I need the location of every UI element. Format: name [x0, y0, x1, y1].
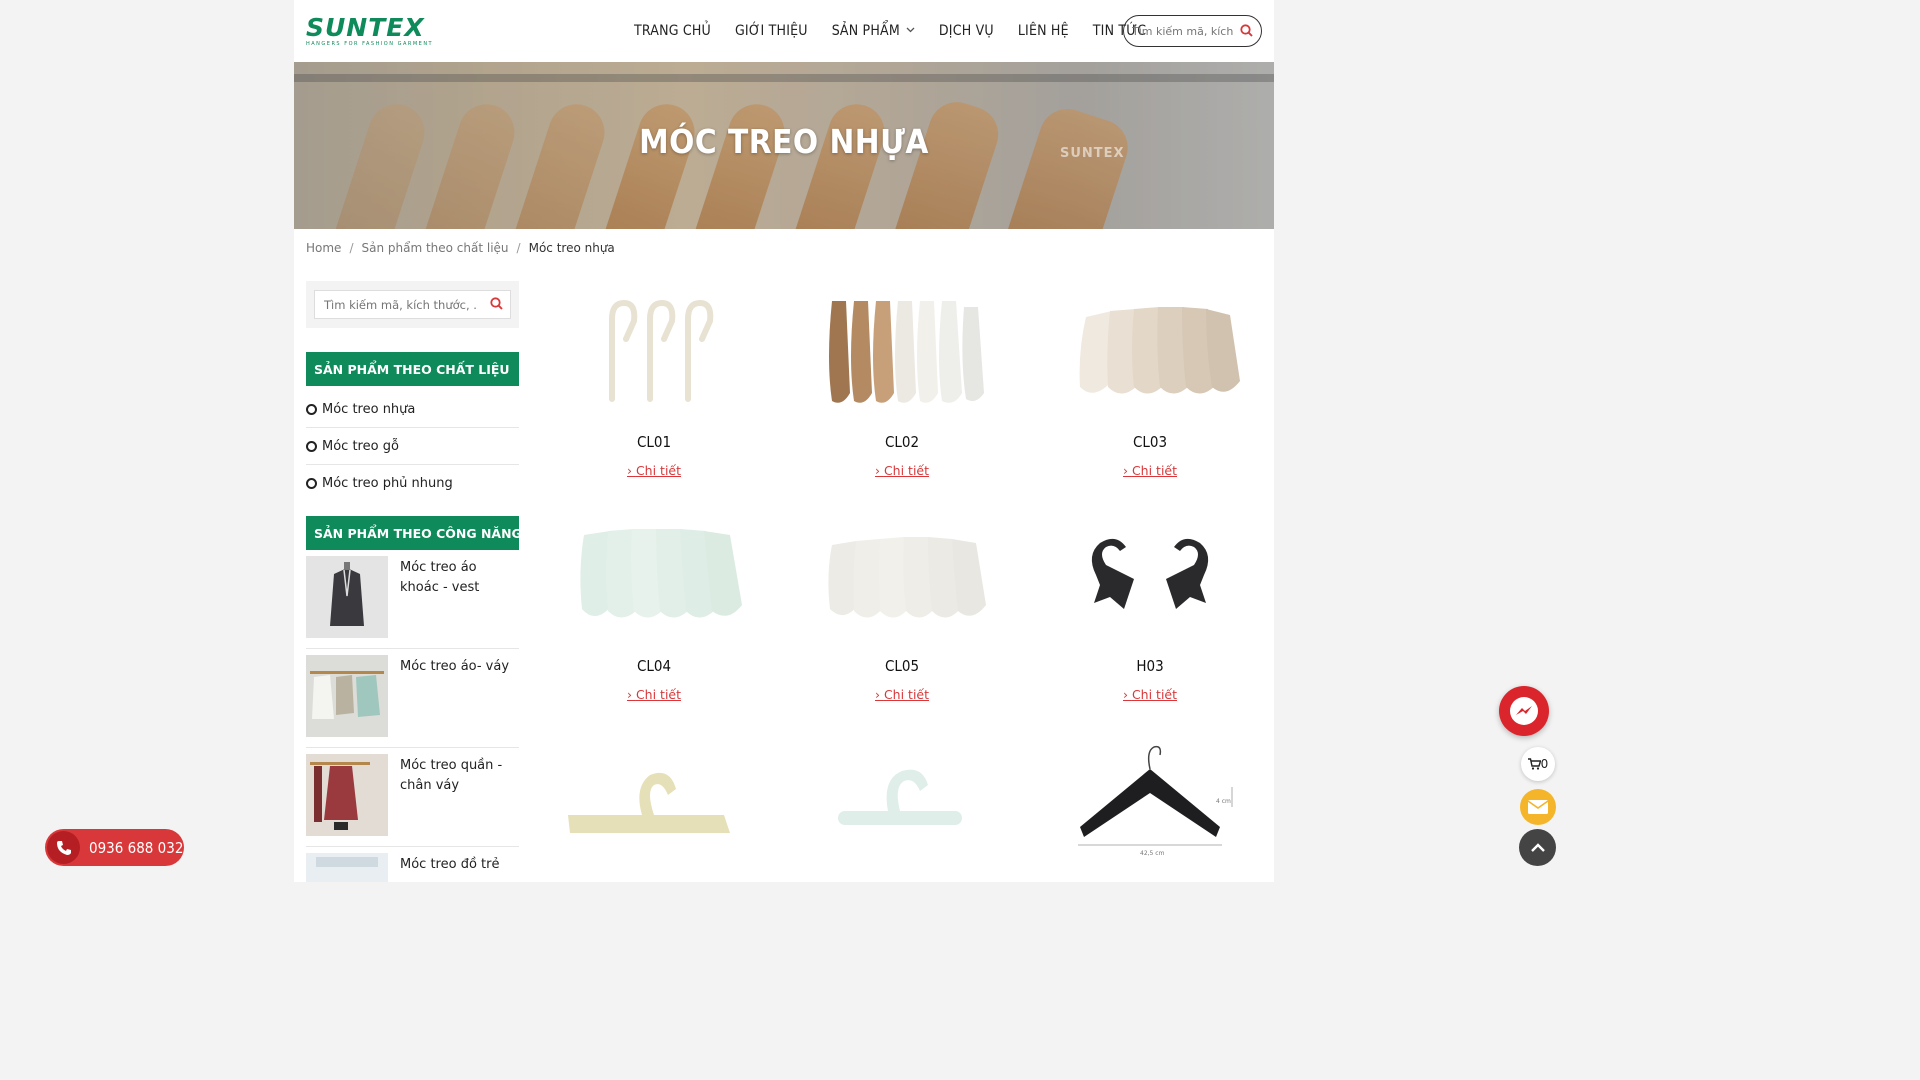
header-search-input[interactable] — [1132, 24, 1236, 38]
circle-icon — [306, 440, 317, 452]
product-code: CL03 — [1132, 433, 1168, 451]
product-image[interactable] — [1050, 281, 1250, 421]
nav-item-about[interactable]: GIỚI THIỆU — [735, 23, 808, 39]
product-code: H03 — [1136, 657, 1164, 675]
product-image[interactable] — [554, 729, 754, 869]
product-code: CL04 — [636, 657, 672, 675]
product-detail-label: Chi tiết — [635, 687, 682, 702]
function-item[interactable]: Móc treo đồ trẻ — [306, 847, 519, 882]
search-icon[interactable] — [490, 295, 503, 314]
email-button[interactable] — [1520, 789, 1556, 825]
cart-icon — [1527, 758, 1541, 770]
product-image[interactable] — [554, 281, 754, 421]
messenger-button[interactable] — [1499, 686, 1549, 736]
product-image[interactable] — [802, 281, 1002, 421]
function-label: Móc treo áo khoác - vest — [400, 560, 480, 595]
material-item[interactable]: Móc treo phủ nhung — [306, 465, 519, 502]
product-detail-link[interactable]: › Chi tiết — [1036, 687, 1264, 702]
sidebar-search — [306, 281, 519, 328]
product-image[interactable] — [802, 505, 1002, 645]
function-list: Móc treo áo khoác - vest Móc treo áo- vá… — [306, 550, 519, 882]
product-detail-label: Chi tiết — [883, 687, 930, 702]
sidebar-search-box — [314, 290, 511, 319]
product-detail-link[interactable]: › Chi tiết — [1036, 463, 1264, 478]
product-detail-label: Chi tiết — [1131, 687, 1178, 702]
function-label: Móc treo đồ trẻ — [400, 857, 500, 872]
page-title: MÓC TREO NHỰA — [639, 122, 929, 161]
logo-tagline: HANGERS FOR FASHION GARMENT — [306, 41, 434, 47]
mail-icon — [1527, 800, 1549, 814]
breadcrumb-parent[interactable]: Sản phẩm theo chất liệu — [361, 241, 508, 255]
dimension-label: 4 cm — [1216, 798, 1231, 805]
circle-icon — [306, 403, 317, 415]
function-item[interactable]: Móc treo áo- váy — [306, 649, 519, 748]
search-icon[interactable] — [1240, 22, 1253, 41]
breadcrumb-separator: / — [349, 241, 354, 255]
material-list: Móc treo nhựa Móc treo gỗ Móc treo phủ n… — [306, 391, 519, 502]
product-image[interactable] — [802, 729, 1002, 869]
phone-number: 0936 688 032 — [89, 838, 184, 857]
product-code: CL05 — [884, 657, 920, 675]
product-detail-link[interactable]: › Chi tiết — [788, 463, 1016, 478]
material-label: Móc treo phủ nhung — [322, 476, 453, 491]
page-container: SUNTEX HANGERS FOR FASHION GARMENT TRANG… — [294, 0, 1274, 882]
function-heading: SẢN PHẨM THEO CÔNG NĂNG — [306, 516, 522, 550]
cart-button[interactable]: 0 — [1521, 747, 1555, 781]
product-detail-link[interactable]: › Chi tiết — [540, 463, 768, 478]
material-item[interactable]: Móc treo nhựa — [306, 391, 519, 428]
function-thumbnail[interactable] — [306, 754, 388, 836]
product-detail-link[interactable]: › Chi tiết — [788, 687, 1016, 702]
product-detail-link[interactable]: › Chi tiết — [540, 687, 768, 702]
logo-text: SUNTEX — [306, 13, 425, 42]
material-label: Móc treo nhựa — [322, 401, 416, 417]
site-header: SUNTEX HANGERS FOR FASHION GARMENT TRANG… — [294, 0, 1274, 62]
product-code: CL02 — [884, 433, 920, 451]
nav-item-contact[interactable]: LIÊN HỆ — [1018, 23, 1069, 39]
product-detail-label: Chi tiết — [635, 463, 682, 478]
main-nav: TRANG CHỦ GIỚI THIỆU SẢN PHẨM DỊCH VỤ LI… — [634, 0, 1170, 62]
dimension-label: 42,5 cm — [1140, 850, 1165, 857]
function-thumbnail[interactable] — [306, 853, 388, 882]
product-image[interactable] — [1050, 505, 1250, 645]
breadcrumb-current: Móc treo nhựa — [528, 241, 615, 255]
product-detail-label: Chi tiết — [883, 463, 930, 478]
product-image[interactable] — [554, 505, 754, 645]
function-item[interactable]: Móc treo quần - chân váy — [306, 748, 519, 847]
nav-item-services[interactable]: DỊCH VỤ — [939, 23, 994, 39]
chevron-up-icon — [1530, 842, 1545, 852]
category-banner: SUNTEX MÓC TREO NHỰA — [294, 62, 1274, 229]
sidebar: SẢN PHẨM THEO CHẤT LIỆU Móc treo nhựa Mó… — [306, 281, 522, 882]
function-label: Móc treo quần - chân váy — [400, 758, 503, 793]
breadcrumb-home[interactable]: Home — [306, 241, 341, 255]
chevron-down-icon — [906, 26, 915, 36]
breadcrumb: Home / Sản phẩm theo chất liệu / Móc tre… — [306, 241, 615, 255]
sidebar-search-input[interactable] — [324, 297, 476, 312]
logo[interactable]: SUNTEX HANGERS FOR FASHION GARMENT — [306, 13, 446, 47]
breadcrumb-separator: / — [516, 241, 521, 255]
function-thumbnail[interactable] — [306, 655, 388, 737]
function-label: Móc treo áo- váy — [400, 659, 510, 674]
nav-item-products-label: SẢN PHẨM — [831, 23, 900, 39]
phone-call-button[interactable]: 0936 688 032 — [45, 829, 184, 866]
product-detail-label: Chi tiết — [1131, 463, 1178, 478]
function-item[interactable]: Móc treo áo khoác - vest — [306, 550, 519, 649]
nav-item-products[interactable]: SẢN PHẨM — [832, 23, 915, 39]
circle-icon — [306, 478, 317, 489]
header-search — [1123, 15, 1262, 47]
material-item[interactable]: Móc treo gỗ — [306, 428, 519, 465]
nav-item-home[interactable]: TRANG CHỦ — [634, 23, 711, 39]
material-label: Móc treo gỗ — [322, 438, 399, 454]
product-image[interactable]: 4 cm 42,5 cm — [1050, 729, 1250, 869]
product-code: CL01 — [636, 433, 672, 451]
messenger-icon — [1510, 697, 1538, 725]
material-heading: SẢN PHẨM THEO CHẤT LIỆU — [306, 352, 519, 386]
cart-count: 0 — [1540, 757, 1549, 771]
phone-icon — [47, 831, 80, 864]
scroll-to-top-button[interactable] — [1519, 829, 1556, 866]
function-thumbnail[interactable] — [306, 556, 388, 638]
